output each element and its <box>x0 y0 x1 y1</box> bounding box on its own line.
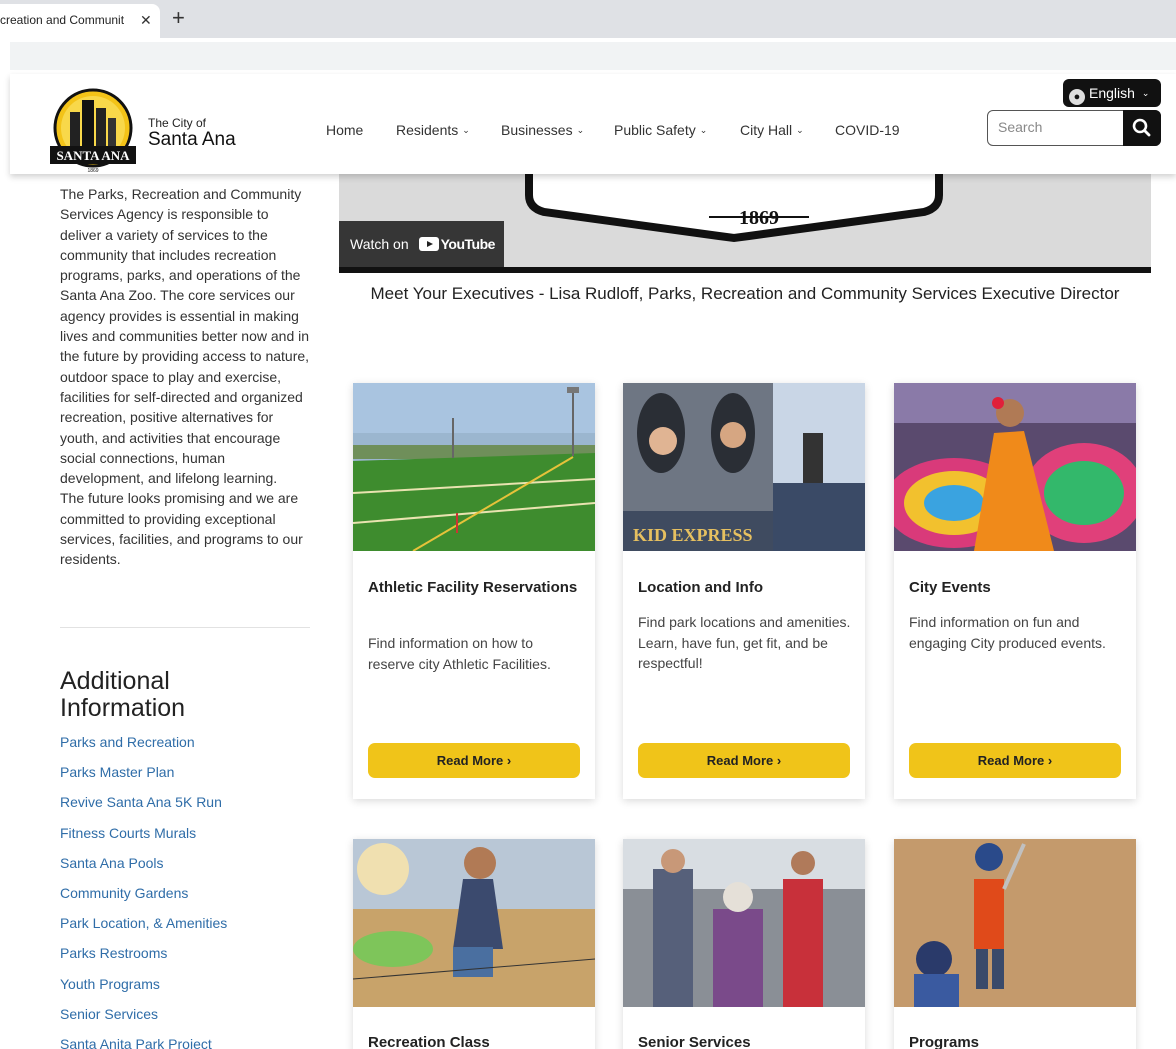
language-label: English <box>1089 85 1135 101</box>
link-fitness-courts-murals[interactable]: Fitness Courts Murals <box>60 825 227 855</box>
link-parks-restrooms[interactable]: Parks Restrooms <box>60 945 227 975</box>
agency-intro: The Parks, Recreation and Community Serv… <box>60 184 312 570</box>
card-image-kid-express[interactable]: KID EXPRESS <box>623 383 865 551</box>
watch-on-label: Watch on <box>350 236 409 252</box>
card-image-recreation[interactable] <box>353 839 595 1007</box>
browser-tab[interactable]: creation and Communit ✕ <box>0 4 160 38</box>
video-bottom-bar <box>339 267 1151 273</box>
card-image-seniors[interactable] <box>623 839 865 1007</box>
card-title: Senior Services <box>638 1034 751 1049</box>
chevron-down-icon: ⌄ <box>1141 88 1150 98</box>
search-button[interactable] <box>1123 110 1161 146</box>
card-title: Recreation Class <box>368 1034 490 1049</box>
city-seal-logo[interactable]: SANTA ANA 1869 <box>48 84 138 176</box>
language-selector[interactable]: ● English ⌄ <box>1063 79 1161 107</box>
chevron-down-icon: ⌄ <box>576 125 585 135</box>
new-tab-button[interactable]: + <box>172 6 185 30</box>
divider <box>60 627 310 628</box>
link-santa-anita-park-project[interactable]: Santa Anita Park Project <box>60 1036 227 1049</box>
close-icon[interactable]: ✕ <box>140 4 152 36</box>
logo-text: SANTA ANA <box>56 148 130 163</box>
chevron-down-icon: ⌄ <box>699 125 708 135</box>
card-location-info: KID EXPRESS Location and Info Find park … <box>623 383 865 799</box>
search-input[interactable] <box>998 119 1118 135</box>
logo-year: 1869 <box>87 168 98 174</box>
link-senior-services[interactable]: Senior Services <box>60 1006 227 1036</box>
additional-links: Parks and Recreation Parks Master Plan R… <box>60 734 227 1049</box>
card-athletic-facility: Athletic Facility Reservations Find info… <box>353 383 595 799</box>
nav-public-safety[interactable]: Public Safety ⌄ <box>614 122 707 138</box>
card-image-athletic-field[interactable] <box>353 383 595 551</box>
watch-on-youtube-button[interactable]: Watch on YouTube <box>339 221 504 268</box>
card-recreation-class: Recreation Class <box>353 839 595 1049</box>
nav-city-hall[interactable]: City Hall ⌄ <box>740 122 804 138</box>
link-youth-programs[interactable]: Youth Programs <box>60 976 227 1006</box>
read-more-button[interactable]: Read More › <box>909 743 1121 778</box>
card-city-events: City Events Find information on fun and … <box>894 383 1136 799</box>
tab-title: creation and Communit <box>0 13 125 27</box>
intro-paragraph: The Parks, Recreation and Community Serv… <box>60 186 310 487</box>
card-title: Location and Info <box>638 579 763 596</box>
kid-express-text: KID EXPRESS <box>633 525 753 545</box>
chevron-down-icon: ⌄ <box>462 125 470 135</box>
chevron-down-icon: ⌄ <box>796 125 804 135</box>
additional-information-heading: Additional Information <box>60 667 186 722</box>
youtube-play-icon <box>418 237 439 251</box>
search-box <box>987 110 1161 146</box>
seal-year: 1869 <box>739 207 779 229</box>
browser-toolbar <box>0 38 1176 74</box>
card-image-tball[interactable] <box>894 839 1136 1007</box>
site-header: SANTA ANA 1869 The City of Santa Ana Hom… <box>10 74 1176 174</box>
link-revive-santa-ana-5k[interactable]: Revive Santa Ana 5K Run <box>60 794 227 824</box>
nav-covid-19[interactable]: COVID-19 <box>835 122 900 138</box>
nav-businesses[interactable]: Businesses ⌄ <box>501 122 584 138</box>
card-programs: Programs <box>894 839 1136 1049</box>
card-description: Find information on fun and engaging Cit… <box>909 614 1106 651</box>
card-image-folk-dancer[interactable] <box>894 383 1136 551</box>
link-santa-ana-pools[interactable]: Santa Ana Pools <box>60 855 227 885</box>
nav-home[interactable]: Home <box>326 122 363 138</box>
card-title: Athletic Facility Reservations <box>368 579 578 596</box>
card-description: Find information on how to reserve city … <box>368 635 551 672</box>
city-name[interactable]: Santa Ana <box>148 129 236 151</box>
browser-tab-bar: creation and Communit ✕ + <box>0 0 1176 38</box>
nav-residents[interactable]: Residents ⌄ <box>396 122 470 138</box>
intro-paragraph: The future looks promising and we are co… <box>60 490 303 568</box>
read-more-button[interactable]: Read More › <box>638 743 850 778</box>
address-bar[interactable] <box>10 42 1176 70</box>
youtube-video-embed[interactable]: 1869 Watch on YouTube <box>339 160 1151 273</box>
globe-icon: ● <box>1069 89 1085 105</box>
card-senior-services: Senior Services <box>623 839 865 1049</box>
read-more-button[interactable]: Read More › <box>368 743 580 778</box>
video-caption: Meet Your Executives - Lisa Rudloff, Par… <box>370 284 1120 303</box>
link-park-location-amenities[interactable]: Park Location, & Amenities <box>60 915 227 945</box>
search-icon <box>1132 118 1151 137</box>
card-title: Programs <box>909 1034 980 1049</box>
card-title: City Events <box>909 579 991 596</box>
link-parks-and-recreation[interactable]: Parks and Recreation <box>60 734 227 764</box>
card-description: Find park locations and amenities. Learn… <box>638 614 851 671</box>
link-parks-master-plan[interactable]: Parks Master Plan <box>60 764 227 794</box>
youtube-label: YouTube <box>440 236 496 252</box>
link-community-gardens[interactable]: Community Gardens <box>60 885 227 915</box>
city-of-label: The City of <box>148 116 207 130</box>
